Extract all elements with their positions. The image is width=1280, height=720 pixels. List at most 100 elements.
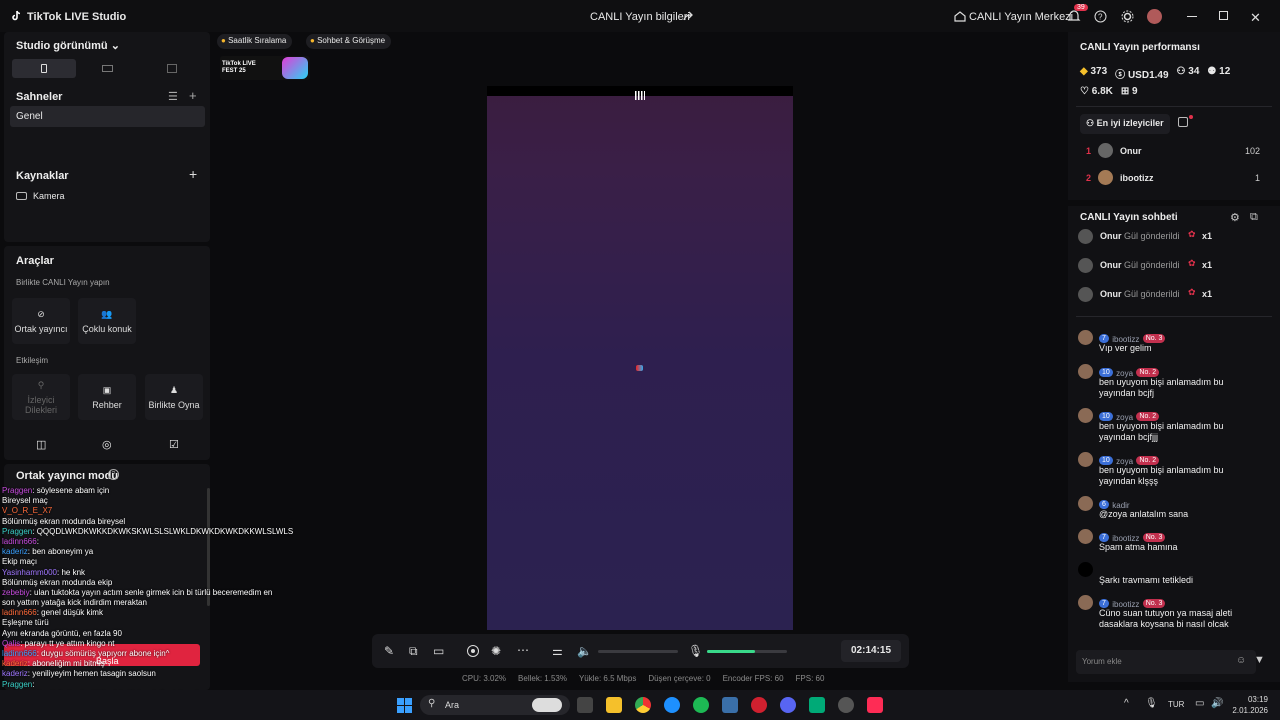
studio-view-dropdown[interactable]: Studio görünümü ⌄ (16, 39, 120, 52)
list-icon[interactable]: ☰ (168, 90, 178, 103)
chat-message[interactable]: 6 kadir @zoya anlatalım sana (1078, 496, 1274, 529)
magic-wand-icon[interactable]: ✎ (384, 644, 394, 658)
microphone-icon[interactable]: 🎙 (688, 644, 703, 658)
tag-label: Saatlik Sıralama (228, 36, 287, 45)
edge-icon[interactable] (664, 697, 680, 713)
task-view-icon[interactable] (577, 697, 593, 713)
chat-message[interactable]: 7 ibootizz No. 3 Cüno suan tutuyon ya ma… (1078, 595, 1274, 635)
viewer-name: ibootizz (1120, 173, 1154, 183)
chat-text: : ben aboneyim ya (27, 547, 94, 557)
windows-start-icon[interactable] (397, 698, 412, 713)
effects-icon[interactable]: ✺ (491, 644, 501, 658)
share-icon[interactable] (682, 10, 694, 22)
viewer-wishes-tool-button[interactable]: ⚲ İzleyici Dilekleri (12, 374, 70, 420)
steam-icon[interactable] (722, 697, 738, 713)
hourly-ranking-tag[interactable]: ● Saatlik Sıralama (217, 34, 293, 49)
level-badge: 7 (1099, 334, 1109, 344)
comment-input[interactable]: Yorum ekle ☺ (1076, 650, 1256, 674)
emoji-icon[interactable]: ☺ (1236, 655, 1246, 666)
clock[interactable]: 03:19 2.01.2026 (1230, 694, 1268, 716)
opera-icon[interactable] (751, 697, 767, 713)
chat-settings-icon[interactable]: ⚙ (1230, 211, 1240, 224)
message-header: 7 ibootizz No. 3 (1099, 596, 1166, 609)
overlay-chat-line: Bölünmüş ekran modunda bireysel (2, 517, 302, 527)
check-tool-icon[interactable]: ☑ (169, 438, 179, 451)
message-text: Vıp ver gelim (1099, 343, 1152, 353)
joins-stat: 12 (1219, 66, 1231, 77)
notes-icon[interactable] (1178, 117, 1188, 127)
close-icon[interactable]: ✕ (1250, 10, 1261, 26)
source-item-camera[interactable]: Kamera (33, 191, 65, 201)
add-layer-icon[interactable]: ⧉ (409, 644, 418, 659)
speaker-icon[interactable]: 🔈 (577, 644, 592, 658)
heart-icon: ♡ (1080, 86, 1089, 97)
more-icon[interactable]: ⋯ (517, 643, 529, 657)
steelseries-icon[interactable] (838, 697, 854, 713)
top-viewers-button[interactable]: ⚇ En iyi izleyiciler (1080, 114, 1170, 134)
chat-message[interactable]: 10 zoya No. 2 ben uyuyom bişi anlamadım … (1078, 408, 1274, 452)
adjust-icon[interactable]: ⚌ (552, 644, 563, 658)
chat-text: : (32, 679, 35, 689)
overlay-chat-line: zebebiy: ulan tuktokta yayın actım senle… (2, 588, 302, 598)
chat-message[interactable]: Şarkı travmamı tetikledi (1078, 562, 1274, 595)
timer-tool-icon[interactable]: ◫ (36, 438, 46, 451)
chat-message[interactable]: 7 ibootizz No. 3 Vıp ver gelim (1078, 330, 1274, 364)
tiktok-taskbar-icon[interactable] (867, 697, 883, 713)
chat-text: : söylesene abam için (32, 486, 110, 495)
target-tool-icon[interactable]: ◎ (102, 438, 112, 451)
minimize-icon[interactable] (1187, 16, 1197, 17)
add-source-icon[interactable]: + (189, 166, 197, 182)
terminal-icon[interactable] (809, 697, 825, 713)
studio-view-label: Studio görünümü (16, 40, 108, 52)
portrait-view-button[interactable] (12, 59, 76, 78)
taskbar-search[interactable]: ⚲ Ara (420, 695, 570, 715)
multi-guest-tool-button[interactable]: 👥 Çoklu konuk (78, 298, 136, 344)
avatar (1078, 595, 1093, 610)
top-viewer-row[interactable]: 2 ibootizz 1 (1080, 169, 1264, 196)
panel-gap (1068, 200, 1280, 206)
memory-stat: Bellek: 1.53% (518, 674, 567, 683)
file-explorer-icon[interactable] (606, 697, 622, 713)
chat-meet-tag[interactable]: ● Sohbet & Görüşme (306, 34, 392, 49)
mic-volume-slider[interactable] (707, 650, 787, 653)
top-viewer-row[interactable]: 1 Onur 102 (1080, 142, 1264, 169)
users-icon: 👥 (101, 308, 113, 319)
chat-message[interactable]: 10 zoya No. 2 ben uyuyom bişi anlamadım … (1078, 452, 1274, 496)
chat-text: : aboneliğim mi bitmiş (27, 659, 105, 669)
scene-item-genel[interactable]: Genel (10, 106, 205, 127)
stream-preview[interactable] (487, 86, 793, 630)
info-icon[interactable]: ? (108, 469, 119, 480)
top-viewers-list: 1 Onur 102 2 ibootizz 1 (1080, 142, 1264, 196)
play-together-tool-button[interactable]: ♟ Birlikte Oyna (145, 374, 203, 420)
split-view-icon[interactable] (167, 64, 177, 73)
landscape-view-icon[interactable] (102, 65, 113, 72)
cohost-tool-button[interactable]: ⊘ Ortak yayıncı (12, 298, 70, 344)
network-icon[interactable]: ▭ (1195, 698, 1204, 709)
language-indicator[interactable]: TUR (1168, 700, 1184, 709)
live-center-button[interactable]: CANLI Yayın Merkezi (969, 11, 1073, 23)
add-scene-icon[interactable]: + (189, 88, 197, 103)
spotify-icon[interactable] (693, 697, 709, 713)
volume-icon[interactable]: 🔊 (1211, 698, 1223, 709)
popout-icon[interactable]: ⧉ (1250, 211, 1258, 224)
filter-icon[interactable]: ▼ (1254, 654, 1265, 666)
search-label: Ara (445, 700, 460, 710)
chat-message[interactable]: 7 ibootizz No. 3 Spam atma hamına (1078, 529, 1274, 562)
help-icon[interactable]: ? (1094, 10, 1107, 23)
home-icon[interactable] (954, 10, 966, 22)
chat-message[interactable]: 10 zoya No. 2 ben uyuyom bişi anlamadım … (1078, 364, 1274, 408)
discord-icon[interactable] (780, 697, 796, 713)
screen-icon[interactable]: ▭ (433, 644, 444, 658)
chat-username: kaderiz (2, 659, 28, 669)
tray-chevron-icon[interactable]: ^ (1124, 698, 1129, 709)
chrome-icon[interactable] (635, 697, 651, 713)
maximize-icon[interactable] (1219, 11, 1228, 20)
guide-tool-button[interactable]: ▣ Rehber (78, 374, 136, 420)
tray-mic-icon[interactable]: 🎙 (1145, 698, 1158, 709)
bell-icon[interactable] (1067, 9, 1081, 23)
avatar[interactable] (1147, 9, 1162, 24)
live-info-title[interactable]: CANLI Yayın bilgileri (590, 11, 690, 23)
settings-gear-icon[interactable] (1121, 10, 1134, 23)
record-icon[interactable] (467, 645, 479, 657)
gift-user: Onur (1100, 231, 1122, 241)
